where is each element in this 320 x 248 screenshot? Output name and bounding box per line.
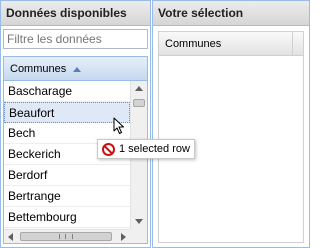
- arrow-left-icon: [8, 233, 13, 241]
- scroll-up-button[interactable]: [131, 81, 147, 97]
- vertical-scroll-thumb[interactable]: [133, 99, 145, 107]
- drag-tooltip: 1 selected row: [97, 139, 195, 159]
- horizontal-scroll-thumb[interactable]: [20, 232, 112, 241]
- list-item[interactable]: Bettembourg: [4, 207, 130, 228]
- drag-tooltip-text: 1 selected row: [119, 143, 190, 155]
- column-header-communes[interactable]: Communes: [4, 57, 147, 81]
- list-item-selected[interactable]: Beaufort: [4, 102, 130, 123]
- scroll-right-button[interactable]: [116, 230, 130, 243]
- column-header-communes[interactable]: Communes: [159, 32, 303, 56]
- arrow-up-icon: [135, 86, 143, 91]
- sort-ascending-icon: [73, 66, 82, 72]
- scrollbar-corner: [130, 229, 147, 243]
- column-header-label: Communes: [10, 63, 67, 75]
- available-panel-title: Données disponibles: [1, 1, 150, 26]
- list-item[interactable]: Bascharage: [4, 81, 130, 102]
- scroll-left-button[interactable]: [4, 230, 18, 243]
- list-item[interactable]: Berdorf: [4, 165, 130, 186]
- no-entry-icon: [102, 143, 115, 156]
- list-item[interactable]: Bertrange: [4, 186, 130, 207]
- mouse-pointer-icon: [113, 117, 124, 134]
- selection-grid[interactable]: Communes: [158, 31, 304, 243]
- selection-panel-title: Votre sélection: [153, 1, 309, 26]
- filter-input[interactable]: [3, 29, 148, 49]
- horizontal-scrollbar[interactable]: [4, 229, 130, 243]
- grip-icon: [59, 234, 73, 239]
- arrow-down-icon: [135, 219, 143, 224]
- available-data-panel: Données disponibles Communes Bascharage …: [0, 0, 151, 248]
- arrow-right-icon: [121, 233, 126, 241]
- column-header-label: Communes: [165, 38, 222, 50]
- scroll-down-button[interactable]: [131, 213, 147, 229]
- column-divider: [292, 32, 293, 56]
- selection-panel: Votre sélection Communes: [152, 0, 310, 248]
